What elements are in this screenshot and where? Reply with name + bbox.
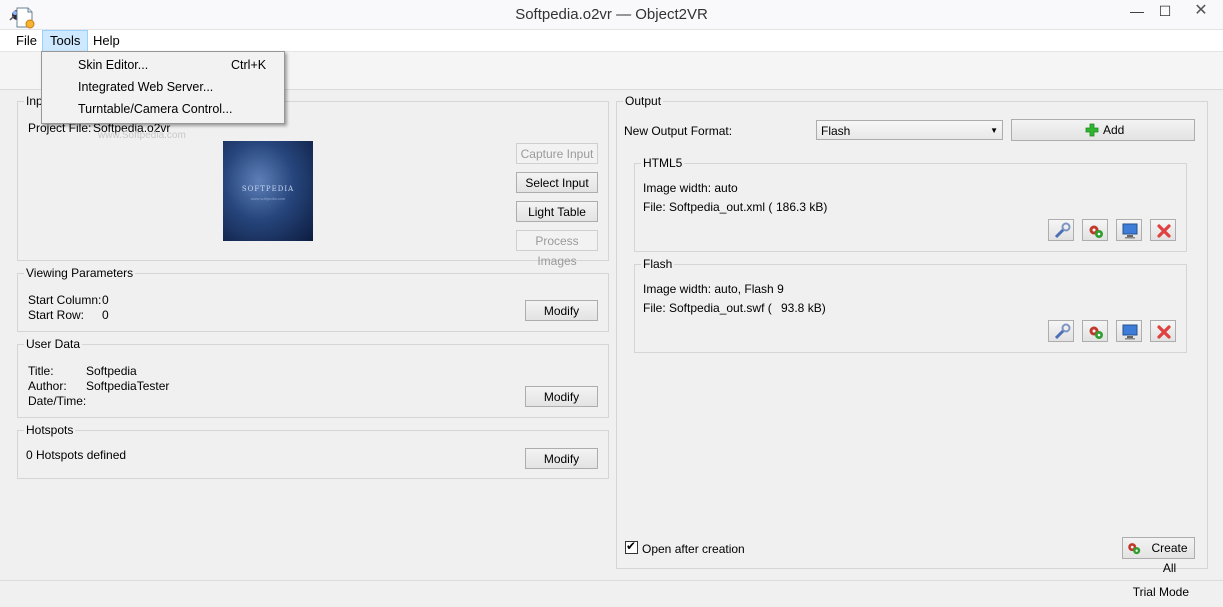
hotspots-modify-button[interactable]: Modify	[525, 448, 598, 469]
html5-delete-button[interactable]	[1150, 219, 1176, 241]
author-value: SoftpediaTester	[86, 379, 170, 393]
maximize-button[interactable]: ☐	[1151, 0, 1179, 22]
menu-bar: File Tools Help	[0, 30, 1223, 52]
gears-icon	[1089, 326, 1103, 339]
html5-settings-button[interactable]	[1048, 219, 1074, 241]
create-all-button[interactable]: Create All	[1122, 537, 1195, 575]
skin-editor-label: Skin Editor...	[78, 58, 149, 72]
select-input-button[interactable]: Select Input	[516, 172, 598, 193]
output-format-value: Flash	[821, 124, 851, 138]
menu-item-integrated-web-server[interactable]: Integrated Web Server...	[42, 76, 284, 98]
menu-tools[interactable]: Tools	[42, 30, 89, 52]
open-after-creation-label: Open after creation	[642, 542, 745, 556]
capture-input-button[interactable]: Capture Input	[516, 143, 598, 164]
hotspots-status: 0 Hotspots defined	[26, 448, 127, 462]
datetime-label: Date/Time:	[28, 394, 87, 408]
trial-mode-status: Trial Mode	[1132, 585, 1189, 599]
close-button[interactable]: ✕	[1179, 0, 1223, 22]
hotspots-title: Hotspots	[24, 423, 76, 437]
gears-icon	[1089, 225, 1103, 238]
delete-x-icon	[1157, 325, 1171, 339]
light-table-button[interactable]: Light Table	[516, 201, 598, 222]
html5-file-size: 186.3 kB)	[776, 200, 828, 214]
preview-logo-text: SOFTPEDIA	[241, 185, 295, 193]
flash-file-size: 93.8 kB)	[781, 301, 826, 315]
title-value: Softpedia	[86, 364, 137, 378]
monitor-icon	[1122, 324, 1138, 340]
html5-file: File: Softpedia_out.xml (	[643, 200, 773, 214]
flash-delete-button[interactable]	[1150, 320, 1176, 342]
user-data-modify-button[interactable]: Modify	[525, 386, 598, 407]
menu-item-skin-editor[interactable]: Skin Editor... Ctrl+K	[42, 54, 284, 76]
new-project-icon[interactable]	[14, 6, 36, 30]
skin-editor-shortcut: Ctrl+K	[231, 58, 267, 72]
start-column-label: Start Column:	[28, 293, 102, 307]
minimize-button[interactable]: —	[1123, 0, 1151, 22]
start-row-label: Start Row:	[28, 308, 85, 322]
tools-dropdown-menu: Skin Editor... Ctrl+K Integrated Web Ser…	[41, 51, 285, 124]
add-label: Add	[1103, 123, 1125, 137]
menu-file[interactable]: File	[9, 30, 44, 52]
flash-image-width: Image width: auto, Flash 9	[643, 282, 784, 296]
checkmark-icon: ✔	[626, 539, 637, 553]
create-all-label: Create All	[1151, 541, 1188, 575]
preview-logo-url: www.softpedia.com	[250, 196, 286, 201]
html5-generate-button[interactable]	[1082, 219, 1108, 241]
delete-x-icon	[1157, 224, 1171, 238]
watermark-text: www.Softpedia.com	[98, 130, 186, 141]
window-title: Softpedia.o2vr — Object2VR	[515, 6, 708, 23]
wrench-icon	[1054, 323, 1071, 340]
flash-preview-button[interactable]	[1116, 320, 1142, 342]
chevron-down-icon: ▼	[990, 126, 998, 135]
open-after-creation-checkbox[interactable]: ✔	[625, 539, 638, 554]
start-row-value: 0	[102, 308, 109, 322]
viewing-parameters-title: Viewing Parameters	[24, 266, 136, 280]
html5-title: HTML5	[641, 156, 685, 170]
output-title: Output	[623, 94, 664, 108]
menu-item-turntable-camera-control[interactable]: Turntable/Camera Control...	[42, 98, 284, 120]
menu-help[interactable]: Help	[86, 30, 127, 52]
plus-icon	[1085, 123, 1099, 137]
html5-image-width: Image width: auto	[643, 181, 738, 195]
turntable-label: Turntable/Camera Control...	[78, 102, 233, 116]
monitor-icon	[1122, 223, 1138, 239]
flash-generate-button[interactable]	[1082, 320, 1108, 342]
flash-file: File: Softpedia_out.swf (	[643, 301, 772, 315]
author-label: Author:	[28, 379, 67, 393]
gears-icon	[1128, 543, 1141, 555]
viewing-modify-button[interactable]: Modify	[525, 300, 598, 321]
status-bar: Trial Mode	[0, 580, 1223, 607]
output-format-select[interactable]: Flash ▼	[816, 120, 1003, 140]
user-data-title: User Data	[24, 337, 83, 351]
title-label: Title:	[28, 364, 54, 378]
flash-settings-button[interactable]	[1048, 320, 1074, 342]
start-column-value: 0	[102, 293, 109, 307]
input-preview-image: SOFTPEDIA www.softpedia.com	[223, 141, 313, 241]
process-images-button[interactable]: Process Images	[516, 230, 598, 268]
flash-title: Flash	[641, 257, 675, 271]
add-output-button[interactable]: Add	[1011, 119, 1195, 141]
wrench-icon	[1054, 222, 1071, 239]
web-server-label: Integrated Web Server...	[78, 80, 214, 94]
new-output-format-label: New Output Format:	[624, 124, 733, 138]
html5-preview-button[interactable]	[1116, 219, 1142, 241]
